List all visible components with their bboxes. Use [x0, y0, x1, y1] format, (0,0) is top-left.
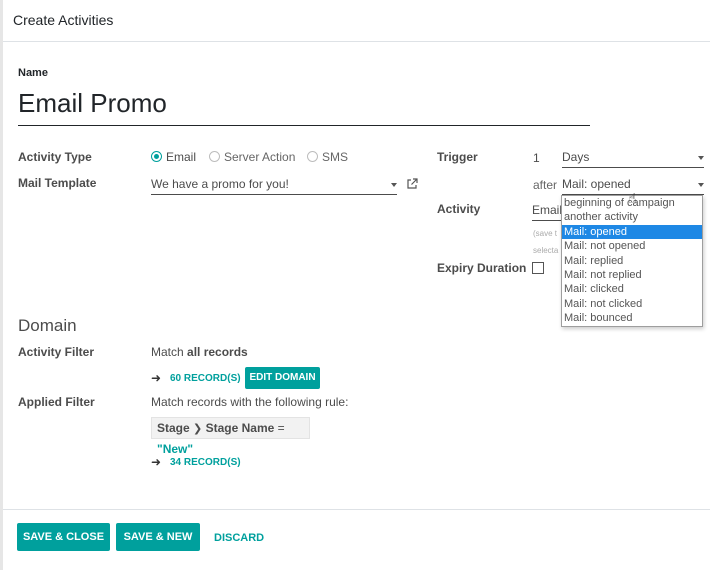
- activity-type-label: Activity Type: [18, 150, 92, 164]
- activity-select[interactable]: Email: [532, 203, 562, 221]
- radio-sms[interactable]: SMS: [307, 150, 348, 164]
- save-close-button[interactable]: SAVE & CLOSE: [17, 523, 110, 551]
- expiry-duration-label: Expiry Duration: [437, 261, 527, 275]
- applied-filter-text: Match records with the following rule:: [151, 395, 349, 409]
- trigger-unit-select[interactable]: Days: [562, 150, 704, 168]
- records-count-link[interactable]: 60 RECORD(S): [170, 373, 241, 384]
- dropdown-option[interactable]: Mail: replied: [562, 254, 702, 268]
- dialog-header: Create Activities: [3, 0, 710, 42]
- trigger-unit-value: Days: [562, 150, 590, 164]
- dropdown-option[interactable]: Mail: clicked: [562, 282, 702, 296]
- chevron-down-icon: [698, 156, 704, 160]
- dropdown-option[interactable]: Mail: not clicked: [562, 297, 702, 311]
- activity-hint: (save t: [533, 229, 558, 238]
- activity-value: Email: [532, 203, 562, 217]
- mail-template-select[interactable]: We have a promo for you!: [151, 177, 397, 195]
- radio-server-action[interactable]: Server Action: [209, 150, 295, 164]
- applied-records-count-link[interactable]: 34 RECORD(S): [170, 457, 241, 468]
- rule-field-stage: Stage: [157, 421, 190, 435]
- chevron-down-icon: [698, 183, 704, 187]
- footer-divider: [3, 509, 710, 510]
- dialog-title: Create Activities: [13, 12, 114, 28]
- applied-filter-label: Applied Filter: [18, 395, 95, 409]
- dropdown-option[interactable]: Mail: not replied: [562, 268, 702, 282]
- chevron-right-icon: ❯: [193, 423, 203, 435]
- dropdown-option[interactable]: Mail: bounced: [562, 311, 702, 325]
- mail-template-value: We have a promo for you!: [151, 177, 289, 191]
- activity-hint-2: selecta: [533, 246, 559, 255]
- trigger-label: Trigger: [437, 150, 478, 164]
- radio-unchecked-icon: [209, 151, 220, 162]
- dropdown-option[interactable]: Mail: opened: [562, 224, 702, 240]
- rule-operator: =: [277, 421, 285, 435]
- radio-email[interactable]: Email: [151, 150, 196, 164]
- save-new-button[interactable]: SAVE & NEW: [116, 523, 200, 551]
- domain-title: Domain: [18, 316, 77, 335]
- domain-rule-chip[interactable]: Stage ❯ Stage Name = "New": [151, 417, 310, 456]
- trigger-type-value: Mail: opened: [562, 177, 631, 191]
- rule-field-stage-name: Stage Name: [205, 421, 275, 435]
- activity-label: Activity: [437, 202, 481, 216]
- dropdown-option[interactable]: Mail: not opened: [562, 239, 702, 253]
- external-link-icon[interactable]: [406, 177, 418, 195]
- hand-cursor-icon: ☝: [628, 190, 637, 206]
- arrow-right-icon: ➜: [151, 371, 162, 385]
- trigger-type-dropdown[interactable]: beginning of campaign another activity Mai…: [561, 195, 703, 327]
- trigger-after-label: after: [533, 178, 558, 192]
- left-edge-shade: [0, 0, 3, 570]
- name-input[interactable]: Email Promo: [18, 86, 590, 126]
- trigger-count-input[interactable]: 1: [533, 151, 540, 165]
- chevron-down-icon: [391, 183, 397, 187]
- mail-template-label: Mail Template: [18, 176, 97, 190]
- activity-filter-text: Match all records: [151, 345, 248, 359]
- rule-value: "New": [157, 442, 194, 456]
- name-label: Name: [18, 67, 48, 79]
- radio-checked-icon: [151, 151, 162, 162]
- discard-button[interactable]: DISCARD: [214, 532, 264, 544]
- activity-filter-label: Activity Filter: [18, 345, 95, 359]
- arrow-right-icon: ➜: [151, 455, 162, 469]
- expiry-checkbox[interactable]: [532, 262, 544, 274]
- edit-domain-button[interactable]: EDIT DOMAIN: [245, 367, 320, 389]
- dropdown-option[interactable]: another activity: [562, 210, 702, 224]
- radio-unchecked-icon: [307, 151, 318, 162]
